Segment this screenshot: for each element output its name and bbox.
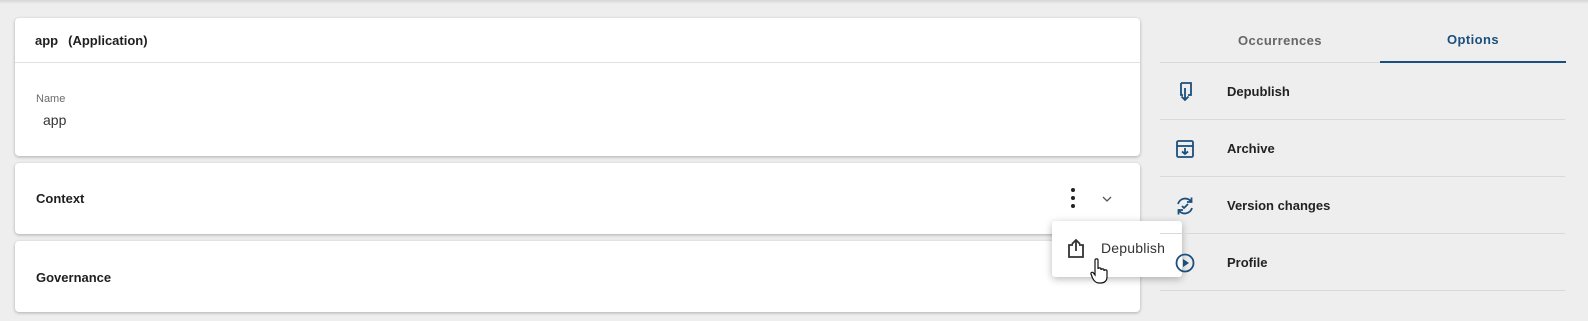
tab-options[interactable]: Options <box>1380 18 1566 63</box>
option-profile-label: Profile <box>1227 255 1268 270</box>
more-options-icon[interactable] <box>1065 188 1081 208</box>
option-version-changes-label: Version changes <box>1227 198 1331 213</box>
options-list: Depublish Archive Version changes Profil… <box>1160 63 1565 291</box>
application-card-header: app (Application) <box>15 18 1140 63</box>
governance-panel[interactable]: Governance <box>15 241 1140 312</box>
tab-occurrences[interactable]: Occurrences <box>1187 18 1373 63</box>
option-archive-label: Archive <box>1227 141 1275 156</box>
version-sync-icon <box>1177 197 1193 215</box>
profile-play-icon <box>1175 253 1195 273</box>
application-name: app <box>35 32 59 48</box>
archive-icon <box>1176 140 1194 158</box>
option-depublish-label: Depublish <box>1227 84 1290 99</box>
application-card: app (Application) Name app <box>15 18 1140 156</box>
governance-panel-title: Governance <box>36 270 112 285</box>
application-type: (Application) <box>68 32 148 48</box>
name-field-value: app <box>43 112 67 128</box>
chevron-down-icon[interactable] <box>1100 192 1114 206</box>
share-upload-icon <box>1068 238 1084 258</box>
name-field-label: Name <box>36 93 66 105</box>
context-panel-title: Context <box>36 191 85 206</box>
option-depublish[interactable]: Depublish <box>1160 63 1565 120</box>
popup-depublish-label: Depublish <box>1101 240 1166 256</box>
option-archive[interactable]: Archive <box>1160 120 1565 177</box>
hand-cursor-icon <box>1090 258 1108 284</box>
context-panel[interactable]: Context <box>15 163 1140 234</box>
option-version-changes[interactable]: Version changes <box>1160 177 1565 234</box>
top-shadow <box>0 0 1588 4</box>
option-profile[interactable]: Profile <box>1160 234 1565 291</box>
right-tabs: Occurrences Options <box>1160 18 1566 63</box>
depublish-icon <box>1180 82 1192 102</box>
